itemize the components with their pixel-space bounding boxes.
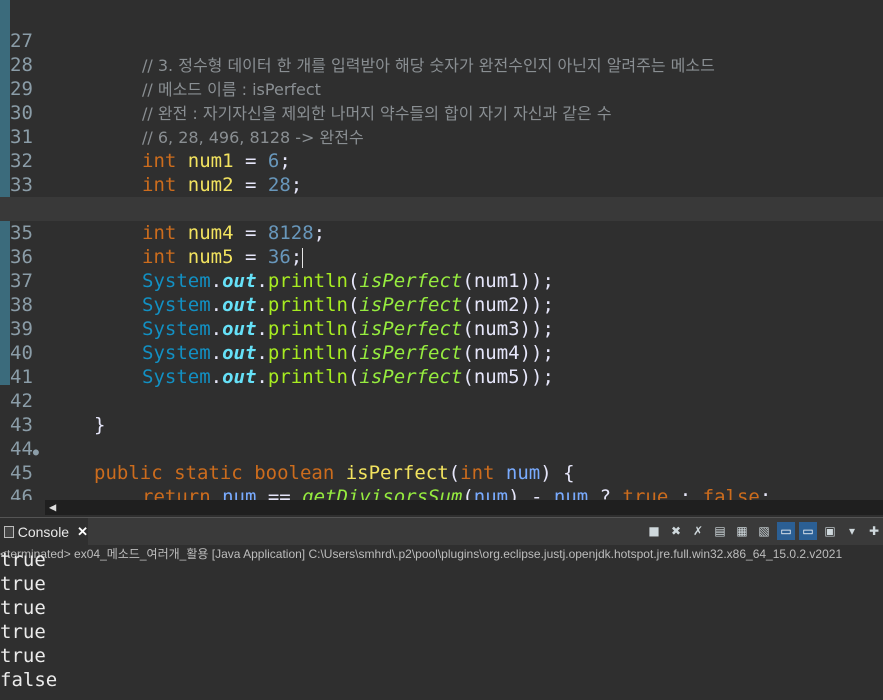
output-line: true: [0, 549, 46, 571]
scroll-lock-icon[interactable]: ▦: [733, 522, 751, 540]
clear-console-icon[interactable]: ▤: [711, 522, 729, 540]
open-console-icon[interactable]: ✚: [865, 522, 883, 540]
horizontal-scrollbar[interactable]: ◀: [45, 500, 883, 515]
code-line: 36 System.out.println(isPerfect(num1));: [10, 246, 554, 292]
code-line: 31 int num1 = 6;: [10, 126, 291, 172]
code-line: 47: [0, 485, 883, 500]
code-line: 41: [0, 341, 883, 388]
code-line-current: 35 int num5 = 36;: [0, 197, 883, 268]
pin-console-icon[interactable]: ▣: [821, 522, 839, 540]
terminate-icon[interactable]: ■: [645, 522, 663, 540]
remove-launch-icon[interactable]: ✖: [667, 522, 685, 540]
console-icon: [4, 526, 14, 538]
output-line: true: [0, 645, 46, 667]
display-selected-console-icon[interactable]: ▾: [843, 522, 861, 540]
output-line: true: [0, 573, 46, 595]
code-line: 40 System.out.println(isPerfect(num5));: [10, 342, 554, 388]
output-line: true: [0, 597, 46, 619]
code-line: 32 int num2 = 28;: [10, 150, 303, 196]
code-line: 37 System.out.println(isPerfect(num2));: [10, 270, 554, 316]
remove-all-terminated-icon[interactable]: ✗: [689, 522, 707, 540]
show-on-stderr-icon[interactable]: ▭: [799, 522, 817, 540]
code-line: 44● public static boolean isPerfect(int …: [10, 438, 575, 484]
code-editor[interactable]: 27 // 3. 정수형 데이터 한 개를 입력받아 해당 숫자가 완전수인지 …: [0, 0, 883, 500]
output-line: false: [0, 669, 58, 691]
close-icon[interactable]: ✕: [77, 524, 88, 540]
code-line: 38 System.out.println(isPerfect(num3));: [10, 294, 554, 340]
console-tab-bar: Console ✕ ■ ✖ ✗ ▤ ▦ ▧ ▭ ▭ ▣ ▾ ✚: [0, 517, 883, 546]
console-status-line: <terminated> ex04_메소드_여러개_활용 [Java Appli…: [0, 545, 883, 564]
scrollbar-corner: [0, 500, 45, 515]
code-line: 34 int num4 = 8128;: [0, 173, 883, 244]
console-toolbar: ■ ✖ ✗ ▤ ▦ ▧ ▭ ▭ ▣ ▾ ✚: [645, 522, 883, 540]
code-line: 29 // 완전 : 자기자신을 제외한 나머지 약수들의 합이 자기 자신과 …: [0, 53, 883, 123]
code-line: 30 // 6, 28, 496, 8128 -> 완전수: [0, 77, 883, 147]
code-line: 28 // 메소드 이름 : isPerfect: [0, 29, 883, 99]
code-line: 39 System.out.println(isPerfect(num4));: [10, 318, 554, 364]
code-line: 46 }: [0, 461, 883, 500]
code-line: 27 // 3. 정수형 데이터 한 개를 입력받아 해당 숫자가 완전수인지 …: [0, 5, 883, 75]
console-output[interactable]: true true true true true false: [0, 549, 883, 700]
code-line: 45 return num == getDivisorsSum(num) - n…: [0, 437, 883, 500]
code-line: 33 int num3 = 496;: [0, 149, 883, 220]
code-line: 42 }: [0, 365, 883, 436]
show-on-stdout-icon[interactable]: ▭: [777, 522, 795, 540]
scroll-left-arrow-icon[interactable]: ◀: [49, 500, 56, 515]
output-line: true: [0, 621, 46, 643]
word-wrap-icon[interactable]: ▧: [755, 522, 773, 540]
tab-console[interactable]: Console ✕: [0, 518, 88, 546]
tab-console-label: Console: [17, 524, 70, 540]
code-line: 43: [0, 389, 883, 436]
